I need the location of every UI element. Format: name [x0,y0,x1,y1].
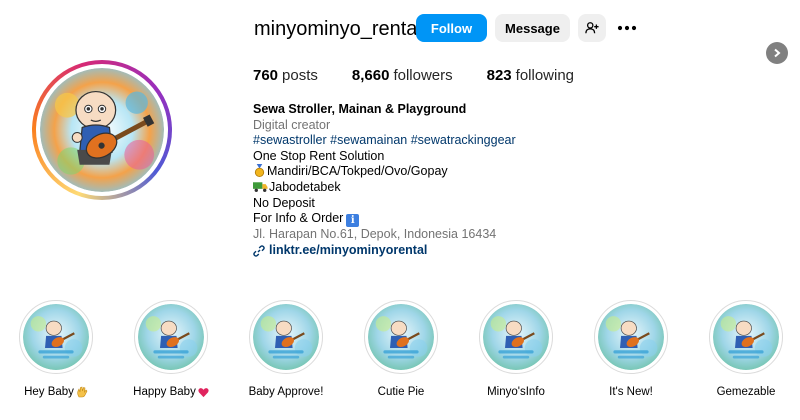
bio-line-4: No Deposit [253,195,315,210]
avatar-image [40,68,164,192]
highlight-cover [479,300,553,374]
highlight-item[interactable]: Minyo'sInfo [461,300,571,398]
bio-category: Digital creator [253,117,331,132]
highlight-cover [19,300,93,374]
highlight-label: Cutie Pie [377,386,425,398]
highlight-thumbnail [483,304,549,370]
highlight-label: Baby Approve! [248,386,324,398]
highlight-thumbnail [713,304,779,370]
highlight-label-row: It's New! [576,386,686,398]
highlight-thumbnail [253,304,319,370]
highlight-item[interactable]: Cutie Pie [346,300,456,398]
bio-line-1: One Stop Rent Solution [253,148,385,163]
bio-address[interactable]: Jl. Harapan No.61, Depok, Indonesia 1643… [253,227,516,243]
highlight-thumbnail [368,304,434,370]
highlight-label-row: Minyo'sInfo [461,386,571,398]
posts-stat: 760 posts [253,67,318,84]
bio-line-2: Mandiri/BCA/Tokped/Ovo/Gopay [267,164,448,179]
following-stat[interactable]: 823 following [487,67,574,84]
bio-line-5-row: For Info & Order i [253,211,516,228]
bio-link[interactable]: linktr.ee/minyominyorental [269,243,427,259]
highlight-label-row: Happy Baby [116,386,226,398]
bio-line-5: For Info & Order [253,211,344,226]
highlight-cover [249,300,323,374]
highlight-cover [364,300,438,374]
medal-icon [254,164,265,178]
highlight-thumbnail [598,304,664,370]
posts-label: posts [282,67,318,84]
highlight-label: It's New! [609,386,653,398]
following-label: following [515,67,575,84]
follow-button[interactable]: Follow [416,14,487,42]
highlight-cover [134,300,208,374]
bio-line-2-row: Mandiri/BCA/Tokped/Ovo/Gopay [253,164,516,180]
highlight-thumbnail [138,304,204,370]
highlight-cover [709,300,783,374]
highlight-label-row: Hey Baby [1,386,111,398]
suggested-users-button[interactable] [578,14,606,42]
bio-line-3-row: Jabodetabek [253,180,516,196]
highlight-cover [594,300,668,374]
highlight-thumbnail [23,304,89,370]
bio-hashtags[interactable]: #sewastroller #sewamainan #sewatrackingg… [253,133,516,149]
followers-label: followers [393,67,453,84]
red-heart-icon [198,387,209,397]
highlight-item[interactable]: Baby Approve! [231,300,341,398]
highlights-next-button[interactable] [766,42,788,64]
highlight-item[interactable]: Hey Baby [1,300,111,398]
info-icon: i [346,214,360,228]
posts-count: 760 [253,67,279,84]
profile-username: minyominyo_rental [254,18,422,40]
profile-bio: Sewa Stroller, Mainan & Playground Digit… [253,102,516,259]
truck-icon [253,182,268,192]
highlight-item[interactable]: It's New! [576,300,686,398]
chevron-right-icon [774,48,781,58]
story-highlights: Hey Baby Happy Baby Baby Approve! Cutie Pie… [0,300,800,410]
more-options-button[interactable] [612,14,642,42]
highlight-label-row: Cutie Pie [346,386,456,398]
link-icon [253,245,265,257]
highlight-label-row: Gemezable [691,386,800,398]
highlight-item[interactable]: Happy Baby [116,300,226,398]
highlight-label-row: Baby Approve! [231,386,341,398]
message-button[interactable]: Message [495,14,570,42]
waving-hand-icon [77,386,88,398]
bio-name: Sewa Stroller, Mainan & Playground [253,102,467,116]
followers-count: 8,660 [351,67,390,84]
bio-line-3: Jabodetabek [269,179,341,194]
highlight-item[interactable]: Gemezable [691,300,800,398]
highlight-label: Hey Baby [24,386,74,398]
highlight-label: Minyo'sInfo [487,386,545,398]
ellipsis-icon [617,25,637,31]
add-person-icon [585,22,599,34]
profile-stats: 760 posts 8,660 followers 823 following [253,67,608,84]
profile-page: minyominyo_rental Follow Message 760 post… [0,0,800,420]
bio-link-row[interactable]: linktr.ee/minyominyorental [253,243,516,259]
followers-stat[interactable]: 8,660 followers [352,67,453,84]
profile-avatar[interactable] [32,60,172,200]
highlight-label: Gemezable [716,386,776,398]
following-count: 823 [486,67,512,84]
highlight-label: Happy Baby [133,386,196,398]
